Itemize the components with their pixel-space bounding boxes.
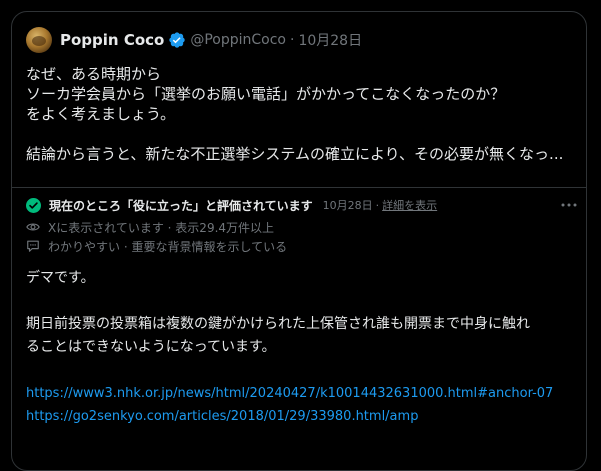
tweet-card[interactable]: Poppin Coco @PoppinCoco · 10月28日 なぜ、ある時期… — [11, 11, 587, 471]
tweet-line: なぜ、ある時期から — [26, 65, 162, 83]
tweet-date[interactable]: 10月28日 — [298, 30, 362, 50]
avatar[interactable] — [26, 27, 52, 53]
note-separator: · — [375, 198, 380, 212]
community-note-header: 現在のところ「役に立った」と評価されています 10月28日 · 詳細を表示 — [26, 195, 578, 215]
note-source-link-nhk[interactable]: https://www3.nhk.or.jp/news/html/2024042… — [26, 386, 553, 401]
author-display-name[interactable]: Poppin Coco — [60, 31, 164, 49]
note-reason-text: わかりやすい · 重要な背景情報を示している — [48, 239, 288, 254]
note-line: ることはできないようになっています。 — [26, 339, 276, 355]
divider — [12, 187, 586, 188]
note-views-row: Xに表示されています · 表示29.4万件以上 — [26, 218, 274, 236]
tweet-line: 結論から言うと、新たな不正選挙システムの確立により、その必要が無くなっ... — [26, 145, 564, 163]
chat-bubble-icon — [26, 239, 40, 253]
note-details-link[interactable]: 詳細を表示 — [382, 197, 437, 213]
tweet-line: をよく考えましょう。 — [26, 105, 176, 123]
tweet-line: ソーカ学会員から「選挙のお願い電話」がかかってこなくなったのか？ — [26, 85, 506, 103]
note-views-text: Xに表示されています · 表示29.4万件以上 — [48, 220, 275, 235]
note-reason-row: わかりやすい · 重要な背景情報を示している — [26, 237, 287, 255]
verified-badge-icon — [168, 31, 186, 49]
tweet-text: なぜ、ある時期から ソーカ学会員から「選挙のお願い電話」がかかってこなくなったの… — [26, 64, 578, 164]
tweet-header: Poppin Coco @PoppinCoco · 10月28日 — [26, 26, 362, 54]
community-note-body: デマです。 期日前投票の投票箱は複数の鍵がかけられた上保管され誰も開票まで中身に… — [26, 267, 586, 428]
author-handle[interactable]: @PoppinCoco — [190, 32, 286, 48]
note-line: デマです。 — [26, 270, 95, 286]
note-status: 現在のところ「役に立った」と評価されています — [49, 198, 313, 213]
header-separator: · — [289, 32, 295, 48]
note-date: 10月28日 — [322, 199, 373, 212]
more-horizontal-icon[interactable] — [560, 197, 578, 211]
note-source-link-go2senkyo[interactable]: https://go2senkyo.com/articles/2018/01/2… — [26, 409, 418, 424]
check-circle-icon — [26, 197, 41, 213]
eye-icon — [26, 220, 40, 234]
note-line: 期日前投票の投票箱は複数の鍵がかけられた上保管され誰も開票まで中身に触れ — [26, 316, 530, 332]
